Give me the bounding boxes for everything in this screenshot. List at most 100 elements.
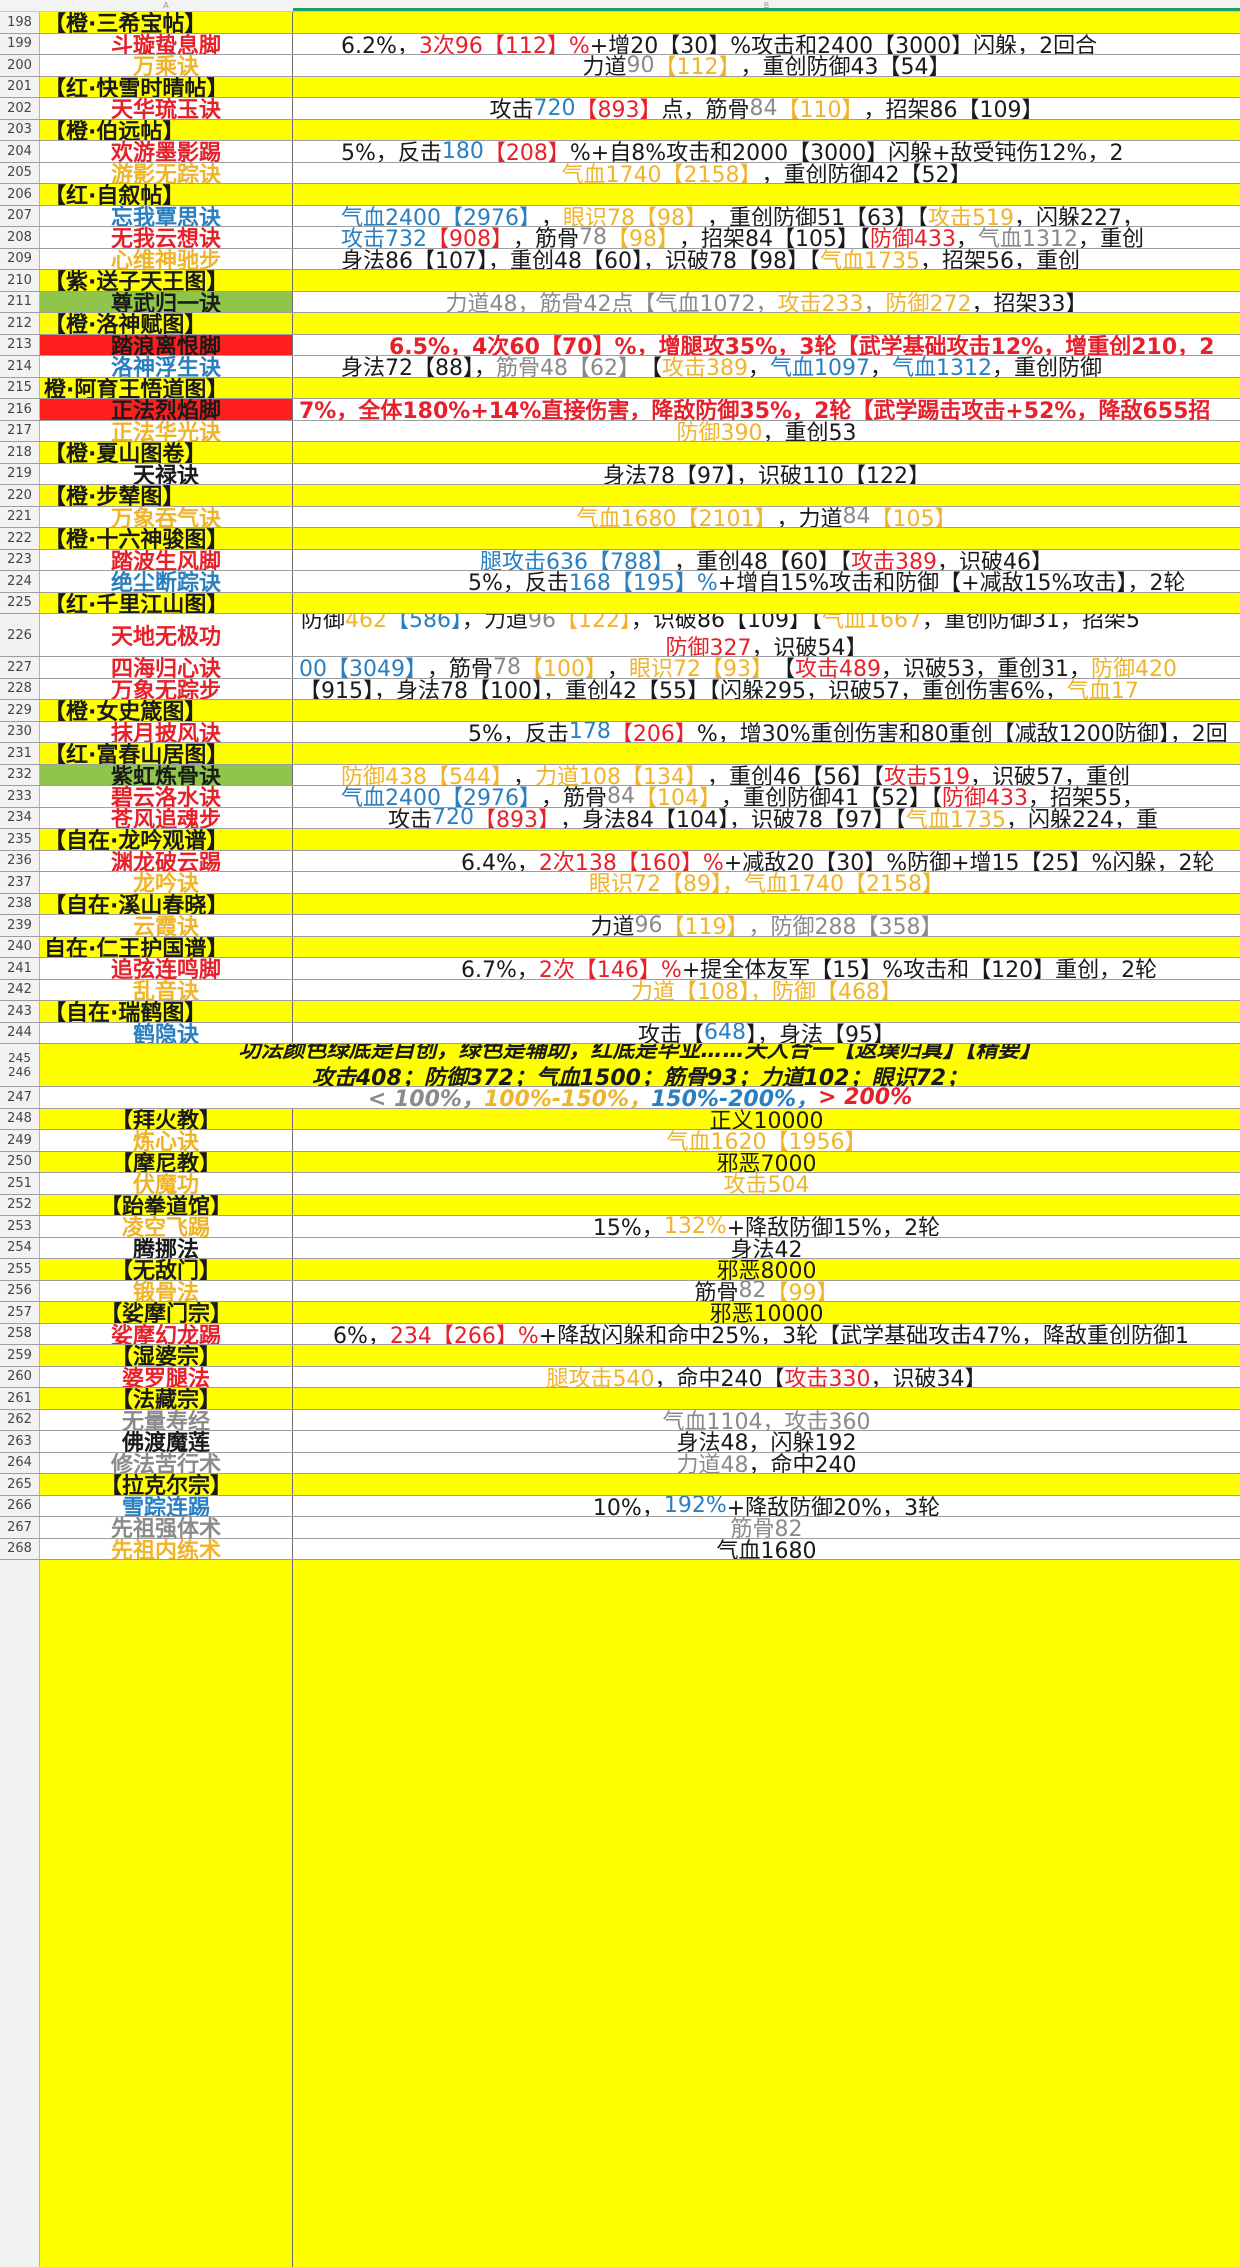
cell-b[interactable]: 6%， 234【266】% +降敌闪躲和命中25%，3轮【武学基础攻击47%，降敌重…	[293, 1324, 1240, 1344]
row-number[interactable]: 198	[0, 12, 40, 33]
cell-a[interactable]: 【红·自叙帖】	[40, 184, 293, 205]
row-number[interactable]: 214	[0, 356, 40, 377]
cell-b[interactable]: 气血1680	[293, 1539, 1240, 1559]
cell-b[interactable]: 身法48，闪躲192	[293, 1431, 1240, 1451]
cell-b[interactable]	[293, 1560, 1240, 2267]
row-number[interactable]: 261	[0, 1388, 40, 1409]
cell-a[interactable]: 乱音诀	[40, 979, 293, 1000]
cell-b[interactable]: 10%， 192% +降敌防御20%，3轮	[293, 1496, 1240, 1517]
cell-a[interactable]: 【无敌门】	[40, 1259, 293, 1280]
cell-a[interactable]: 【红·富春山居图】	[40, 743, 293, 764]
cell-b[interactable]: 【915】，身法78【100】，重创42【55】【闪躲295，识破57，重创伤害…	[293, 679, 1240, 699]
cell-a[interactable]: 天禄诀	[40, 463, 293, 484]
cell-b[interactable]: 5%，反击 180 【208】 %+自8%攻击和2000【3000】闪躲+敌受钝伤12…	[293, 141, 1240, 162]
note-cell[interactable]: 功法颜色绿底是自创，绿色是辅助，红底是毕业……天人合一【返璞归真】【精要】 攻击4…	[40, 1044, 1240, 1086]
row-number[interactable]: 251	[0, 1173, 40, 1194]
cell-a[interactable]: 【湿婆宗】	[40, 1345, 293, 1366]
cell-a[interactable]: 正法华光诀	[40, 420, 293, 441]
cell-a[interactable]: 雪踪连踢	[40, 1495, 293, 1516]
cell-a[interactable]: 【娑摩门宗】	[40, 1302, 293, 1323]
row-number[interactable]: 239	[0, 915, 40, 936]
row-number[interactable]: 201	[0, 76, 40, 97]
cell-b[interactable]	[293, 893, 1240, 914]
cell-b[interactable]: 防御438【544】，力道108【134】 ，重创46【56】【 攻击519 ，识破5…	[293, 765, 1240, 785]
row-number[interactable]: 245 246	[0, 1044, 40, 1086]
cell-b[interactable]	[293, 743, 1240, 764]
cell-a[interactable]: 心维神驰步	[40, 248, 293, 269]
legend-cell[interactable]: < 100%， 100%-150%， 150%-200%， > 200%	[40, 1087, 1240, 1108]
cell-b[interactable]	[293, 829, 1240, 850]
cell-b[interactable]	[293, 184, 1240, 205]
row-number[interactable]: 244	[0, 1022, 40, 1043]
row-number[interactable]: 259	[0, 1345, 40, 1366]
cell-a[interactable]: 苍风追魂步	[40, 807, 293, 828]
cell-b[interactable]: 身法78【97】，识破110【122】	[293, 464, 1240, 484]
cell-b[interactable]: 5%，反击 178 【206】 %，增30%重创伤害和80重创【减敌1200防御】，2…	[293, 722, 1240, 743]
cell-b[interactable]: 力道48，筋骨42点【气血1072， 攻击233，防御272 ，招架33】	[293, 292, 1240, 312]
row-number[interactable]: 230	[0, 721, 40, 742]
cell-a[interactable]: 【自在·龙吟观谱】	[40, 829, 293, 850]
cell-b[interactable]: 6.4%， 2次138【160】% +减敌20【30】%防御+增15【25】%闪躲，…	[293, 851, 1240, 871]
row-number[interactable]: 266	[0, 1495, 40, 1516]
cell-b[interactable]: 气血1620【1956】	[293, 1130, 1240, 1150]
row-number[interactable]: 204	[0, 141, 40, 162]
cell-b[interactable]: 5%，反击 168【195】% +增自15%攻击和防御【+减敌15%攻击】，2轮	[293, 571, 1240, 591]
row-number[interactable]: 243	[0, 1001, 40, 1022]
cell-b[interactable]: 攻击【 648 】，身法【95】	[293, 1023, 1240, 1044]
row-number[interactable]: 221	[0, 506, 40, 527]
row-number[interactable]: 210	[0, 270, 40, 291]
row-number[interactable]: 232	[0, 764, 40, 785]
cell-b[interactable]: 腿攻击540 ，命中240【 攻击330 ，识破34】	[293, 1367, 1240, 1387]
cell-a[interactable]: 伏魔功	[40, 1173, 293, 1194]
cell-a[interactable]: 万象无踪步	[40, 678, 293, 699]
row-number[interactable]: 260	[0, 1366, 40, 1387]
row-number[interactable]: 206	[0, 184, 40, 205]
row-number[interactable]: 213	[0, 334, 40, 355]
cell-a[interactable]: 【法藏宗】	[40, 1388, 293, 1409]
cell-b[interactable]: 7%，全体180%+14%直接伤害，降敌防御35%，2轮【武学踢击攻击+52%，…	[293, 399, 1240, 419]
cell-b[interactable]: 筋骨 82 【99】	[293, 1281, 1240, 1302]
cell-a[interactable]: 【紫·送子天王图】	[40, 270, 293, 291]
cell-a[interactable]: 尊武归一诀	[40, 291, 293, 312]
row-number[interactable]: 237	[0, 872, 40, 893]
cell-b[interactable]: 气血2400【2976】 ，筋骨 84 【104】 ，重创防御41【52】【 防御433，…	[293, 786, 1240, 807]
row-number[interactable]: 211	[0, 291, 40, 312]
cell-b[interactable]: 6.5%，4次60【70】%，增腿攻35%，3轮【武学基础攻击12%，增重创21…	[293, 335, 1240, 355]
cell-b[interactable]: 气血1740【2158】 ，重创防御42【52】	[293, 163, 1240, 183]
row-number[interactable]: 257	[0, 1302, 40, 1323]
cell-b[interactable]: 力道【108】，防御【468】	[293, 980, 1240, 1000]
cell-a[interactable]: 【摩尼教】	[40, 1151, 293, 1172]
row-number[interactable]: 229	[0, 700, 40, 721]
row-number[interactable]: 263	[0, 1431, 40, 1452]
cell-b[interactable]	[293, 12, 1240, 33]
cell-a[interactable]: 【橙·洛神赋图】	[40, 313, 293, 334]
cell-a[interactable]: 欢游墨影踢	[40, 141, 293, 162]
cell-b[interactable]: 攻击 720 【893】 点，筋骨 84 【110】 ，招架86【109】	[293, 98, 1240, 119]
cell-a[interactable]: 【红·快雪时晴帖】	[40, 76, 293, 97]
cell-b[interactable]: 气血1680【2101】 ，力道 84 【105】	[293, 507, 1240, 528]
cell-b[interactable]	[293, 528, 1240, 549]
cell-a[interactable]: 【拜火教】	[40, 1108, 293, 1129]
cell-a[interactable]: 天地无极功	[40, 614, 293, 656]
cell-a[interactable]: 【红·千里江山图】	[40, 592, 293, 613]
cell-a[interactable]: 无我云想诀	[40, 227, 293, 248]
cell-b[interactable]: 气血2400【2976】，眼识78【98】 ，重创防御51【63】【 攻击519 ，闪…	[293, 206, 1240, 226]
cell-a[interactable]: 【橙·夏山图卷】	[40, 442, 293, 463]
cell-a[interactable]: 无量寿经	[40, 1409, 293, 1430]
column-header-b[interactable]: B	[293, 0, 1240, 11]
cell-a[interactable]: 踏浪离恨脚	[40, 334, 293, 355]
row-number[interactable]: 203	[0, 119, 40, 140]
cell-b[interactable]: 6.7%， 2次【146】% +提全体友军【15】%攻击和【120】重创，2轮	[293, 958, 1240, 978]
row-number[interactable]: 254	[0, 1237, 40, 1258]
row-number[interactable]: 240	[0, 936, 40, 957]
row-number[interactable]: 228	[0, 678, 40, 699]
row-number[interactable]: 216	[0, 399, 40, 420]
cell-a[interactable]: 【橙·步辇图】	[40, 485, 293, 506]
row-number[interactable]: 199	[0, 33, 40, 54]
cell-b[interactable]	[293, 313, 1240, 334]
cell-b[interactable]	[293, 1474, 1240, 1495]
cell-a[interactable]: 碧云洛水诀	[40, 786, 293, 807]
cell-b[interactable]	[293, 1388, 1240, 1409]
cell-b[interactable]: 邪恶8000	[293, 1259, 1240, 1280]
row-number[interactable]: 205	[0, 162, 40, 183]
